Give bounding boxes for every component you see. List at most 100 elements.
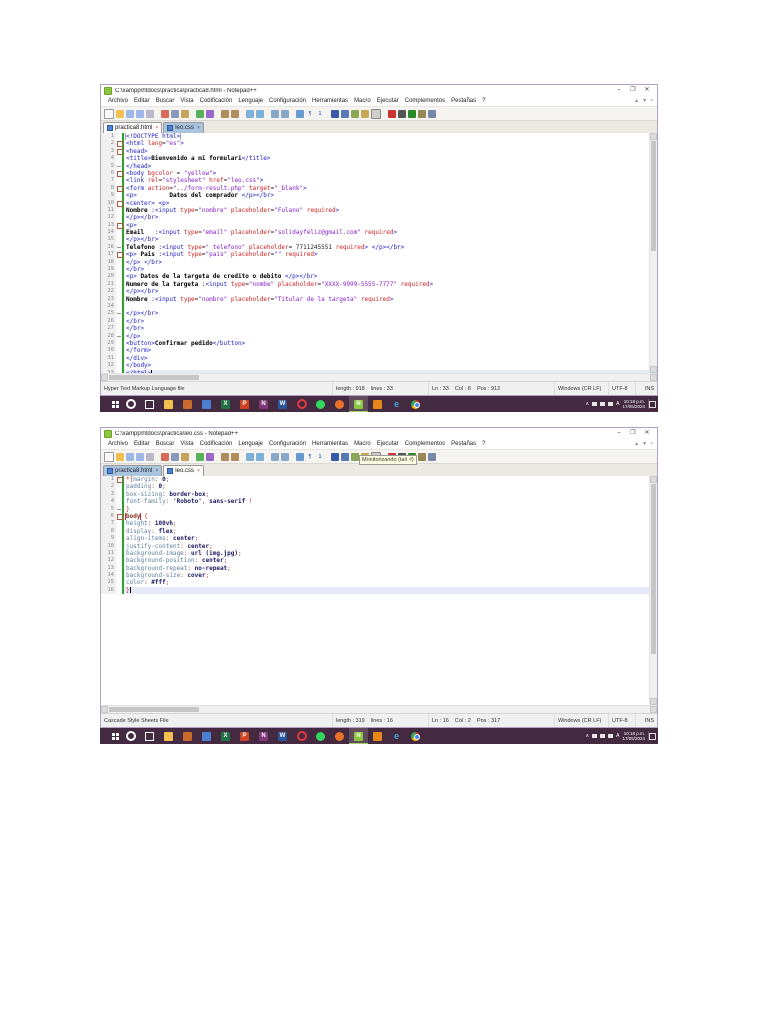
paste-icon[interactable] [181,109,189,118]
horizontal-scrollbar[interactable] [101,373,657,381]
excel-icon[interactable]: X [216,728,235,744]
fold-margin[interactable] [116,490,122,499]
tab-leo-css[interactable]: leo.css × [163,465,204,476]
new-file-icon[interactable] [104,108,114,119]
notepad-plus-plus-icon[interactable]: N [349,396,368,412]
folder-workspace-icon[interactable] [361,109,369,118]
file-explorer-icon[interactable] [159,396,178,412]
scroll-right-arrow[interactable] [650,374,657,381]
chrome-icon[interactable] [406,728,425,744]
menu-item-lenguaje[interactable]: Lenguaje [235,441,266,447]
editor-area[interactable]: 1 *{margin: 0; 2 padding: 0; 3 box-sizing: bo… [101,476,657,705]
fold-margin[interactable] [116,362,122,370]
fold-margin[interactable] [116,184,123,193]
macro-record-icon[interactable] [388,109,396,118]
save-all-icon[interactable] [136,452,144,461]
tab-close-icon[interactable]: × [155,468,158,474]
menu-item-configuracion[interactable]: Configuración [266,98,309,104]
fold-margin[interactable] [116,169,123,178]
fold-margin[interactable] [116,280,122,289]
fold-margin[interactable] [116,214,122,222]
word-wrap-icon[interactable] [296,452,304,461]
fold-margin[interactable] [116,476,123,484]
vertical-scroll-thumb[interactable] [651,484,656,654]
close-button[interactable]: ✕ [640,428,654,439]
indent-guide-icon[interactable]: 1 [316,453,324,461]
opera-icon[interactable] [292,728,311,744]
mail-icon[interactable] [197,396,216,412]
menu-item-vista[interactable]: Vista [177,441,196,447]
sublime-text-icon[interactable] [368,396,387,412]
open-file-icon[interactable] [116,452,124,461]
battery-icon[interactable] [592,734,598,738]
vertical-scrollbar[interactable] [649,476,657,705]
word-icon[interactable]: W [273,728,292,744]
fold-margin[interactable] [116,140,123,148]
fold-margin[interactable] [116,147,123,156]
tray-chevron-icon[interactable]: ∧ [585,401,589,407]
maximize-button[interactable]: ❐ [626,85,640,96]
indent-guide-icon[interactable]: 1 [316,110,324,118]
menu-close-icon[interactable]: × [650,98,653,104]
sync-vertical-icon[interactable] [271,109,279,118]
language-indicator[interactable]: A [616,733,619,739]
taskbar-clock[interactable]: 10:18 p.m. 17/05/2024 [622,399,645,410]
scroll-up-arrow[interactable] [650,133,657,140]
tray-chevron-icon[interactable]: ∧ [585,733,589,739]
tab-close-icon[interactable]: × [197,468,200,474]
menu-item-complementos[interactable]: Complementos [402,98,448,104]
powerpoint-icon[interactable]: P [235,396,254,412]
code-area[interactable]: 1 *{margin: 0; 2 padding: 0; 3 box-sizing: bo… [101,476,649,705]
menu-item-buscar[interactable]: Buscar [153,441,178,447]
macro-save-icon[interactable] [418,452,426,461]
menu-close-icon[interactable]: × [650,441,653,447]
zoom-in-icon[interactable] [246,109,254,118]
excel-icon[interactable]: X [216,396,235,412]
editor-area[interactable]: 1 <!DOCTYPE html> 2 <html lang="es"> 3 <head>… [101,133,657,373]
fold-margin[interactable] [116,498,122,506]
menu-item-archivo[interactable]: Archivo [105,98,131,104]
fold-margin[interactable] [116,243,122,252]
fold-margin[interactable] [116,199,123,207]
fold-margin[interactable] [116,505,122,513]
notepad-plus-plus-icon[interactable]: N [349,728,368,744]
notification-center-icon[interactable] [648,399,656,409]
menu-item-?[interactable]: ? [479,98,488,104]
minimize-button[interactable]: – [612,428,626,439]
fold-margin[interactable] [116,310,122,318]
document-map-icon[interactable] [341,109,349,118]
menu-item-editar[interactable]: Editar [131,441,153,447]
tab-close-icon[interactable]: × [155,125,158,131]
fold-margin[interactable] [116,549,122,558]
sublime-text-icon[interactable] [368,728,387,744]
scroll-left-arrow[interactable] [101,374,108,381]
tab-practica8-html[interactable]: practica8.html × [103,122,163,133]
volume-icon[interactable] [600,734,606,738]
battery-icon[interactable] [592,402,598,406]
onenote-icon[interactable]: N [254,396,273,412]
fold-margin[interactable] [116,354,122,363]
menu-item-macro[interactable]: Macro [351,98,374,104]
document-list-icon[interactable] [351,109,359,118]
menu-item-codificacion[interactable]: Codificación [197,441,236,447]
menu-item-configuracion[interactable]: Configuración [266,441,309,447]
whatsapp-icon[interactable] [311,396,330,412]
menu-item-editar[interactable]: Editar [131,98,153,104]
tab-practica8-html[interactable]: practica8.html × [103,465,163,476]
menu-item-codificacion[interactable]: Codificación [197,98,236,104]
firefox-icon[interactable] [330,728,349,744]
fold-margin[interactable] [116,229,122,237]
code-area[interactable]: 1 <!DOCTYPE html> 2 <html lang="es"> 3 <head>… [101,133,649,373]
monitoring-eye-icon[interactable] [371,108,381,119]
fold-margin[interactable] [116,133,122,141]
sync-horizontal-icon[interactable] [281,109,289,118]
fold-margin[interactable] [116,192,122,200]
cortana-button[interactable] [121,728,140,744]
zoom-out-icon[interactable] [256,452,264,461]
function-list-icon[interactable] [331,452,339,461]
fold-margin[interactable] [116,266,122,274]
print-icon[interactable] [146,109,154,118]
save-icon[interactable] [126,109,134,118]
menu-item-?[interactable]: ? [479,441,488,447]
file-explorer-icon[interactable] [159,728,178,744]
